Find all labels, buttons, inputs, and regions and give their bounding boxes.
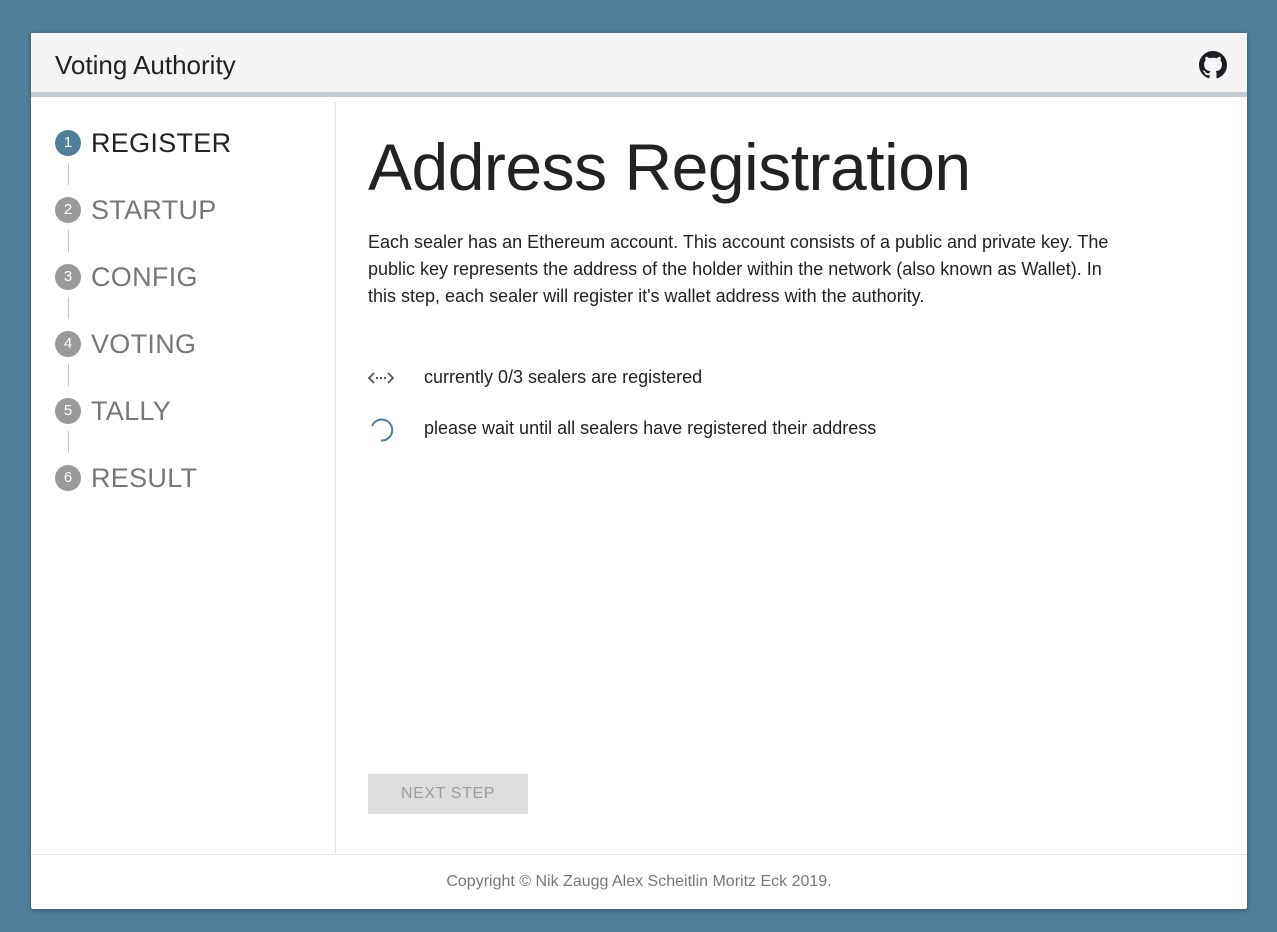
- waiting-status: please wait until all sealers have regis…: [368, 414, 1068, 444]
- step-voting[interactable]: 4 VOTING: [55, 329, 315, 359]
- step-startup[interactable]: 2 STARTUP: [55, 195, 315, 225]
- footer: Copyright © Nik Zaugg Alex Scheitlin Mor…: [31, 854, 1247, 909]
- step-register[interactable]: 1 REGISTER: [55, 128, 315, 158]
- step-number: 3: [55, 264, 81, 290]
- step-connector: [68, 230, 69, 252]
- code-brackets-icon: [367, 366, 395, 390]
- status-text: currently 0/3 sealers are registered: [424, 367, 703, 387]
- loading-spinner-icon: [368, 417, 394, 442]
- step-label: REGISTER: [91, 128, 232, 158]
- app-card: Voting Authority 1 REGISTER 2 STARTUP 3 …: [31, 33, 1247, 909]
- copyright-text: Copyright © Nik Zaugg Alex Scheitlin Mor…: [446, 873, 832, 890]
- step-config[interactable]: 3 CONFIG: [55, 262, 315, 292]
- step-number: 1: [55, 130, 81, 156]
- step-number: 4: [55, 331, 81, 357]
- app-title: Voting Authority: [55, 50, 236, 80]
- registration-count-status: currently 0/3 sealers are registered: [367, 363, 1068, 393]
- app-header: Voting Authority: [31, 33, 1247, 97]
- page-title: Address Registration: [368, 130, 971, 204]
- status-text: please wait until all sealers have regis…: [424, 418, 877, 438]
- step-number: 5: [55, 398, 81, 424]
- github-icon[interactable]: [1199, 51, 1227, 79]
- step-connector: [68, 163, 69, 185]
- step-label: TALLY: [91, 396, 172, 426]
- step-connector: [68, 297, 69, 319]
- step-description: Each sealer has an Ethereum account. Thi…: [368, 232, 1109, 306]
- step-number: 6: [55, 465, 81, 491]
- main-content: Address Registration Each sealer has an …: [367, 102, 1228, 854]
- step-label: VOTING: [91, 329, 197, 359]
- step-label: RESULT: [91, 463, 198, 493]
- step-label: STARTUP: [91, 195, 217, 225]
- step-result[interactable]: 6 RESULT: [55, 463, 315, 493]
- stepper-sidebar: 1 REGISTER 2 STARTUP 3 CONFIG 4 VOTING 5…: [31, 102, 336, 854]
- step-label: CONFIG: [91, 262, 198, 292]
- step-number: 2: [55, 197, 81, 223]
- step-connector: [68, 364, 69, 386]
- next-step-button[interactable]: NEXT STEP: [368, 774, 528, 814]
- step-connector: [68, 431, 69, 453]
- step-tally[interactable]: 5 TALLY: [55, 396, 315, 426]
